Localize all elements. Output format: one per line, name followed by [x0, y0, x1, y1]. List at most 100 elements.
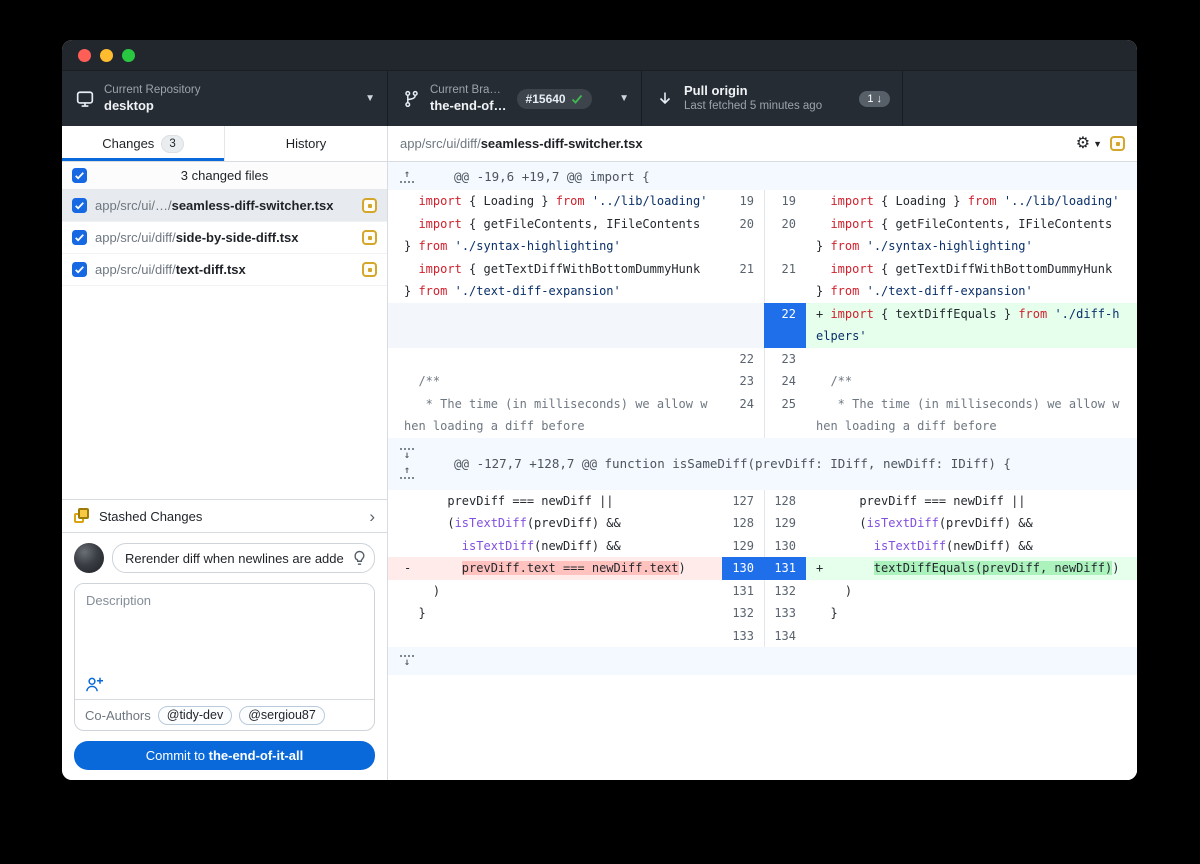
stashed-changes-label: Stashed Changes — [99, 508, 203, 524]
toolbar: Current Repository desktop ▼ Current Bra… — [62, 70, 1137, 126]
diff-code-cell — [806, 624, 1137, 647]
git-branch-icon — [400, 90, 422, 108]
diff-code-cell: import { getTextDiffWithBottomDummyHunk}… — [806, 257, 1137, 303]
commit-description-input[interactable] — [75, 584, 374, 699]
line-number[interactable]: 19 — [764, 190, 806, 213]
line-number[interactable]: 134 — [764, 624, 806, 647]
changes-history-tabs: Changes 3 History — [62, 126, 387, 162]
select-all-checkbox[interactable] — [72, 168, 87, 183]
line-number[interactable]: 127 — [722, 490, 764, 513]
line-number[interactable]: 25 — [764, 392, 806, 438]
diff-code-cell: isTextDiff(newDiff) && — [806, 534, 1137, 557]
file-path: app/src/ui/…/seamless-diff-switcher.tsx — [95, 198, 334, 213]
stashed-changes-row[interactable]: Stashed Changes › — [62, 499, 387, 533]
minimize-window-button[interactable] — [100, 48, 113, 62]
avatar — [74, 543, 104, 573]
repository-switcher[interactable]: Current Repository desktop ▼ — [62, 71, 388, 126]
branch-switcher[interactable]: Current Bra… the-end-of… #15640 ▼ — [388, 71, 642, 126]
line-number[interactable]: 131 — [764, 557, 806, 580]
file-checkbox[interactable] — [72, 262, 87, 277]
commit-button[interactable]: Commit to the-end-of-it-all — [74, 741, 375, 770]
pull-origin-button[interactable]: Pull origin Last fetched 5 minutes ago 1… — [642, 71, 903, 126]
file-checkbox[interactable] — [72, 230, 87, 245]
close-window-button[interactable] — [78, 48, 91, 62]
down-arrow-icon: ↓ — [876, 92, 883, 105]
line-number[interactable]: 21 — [764, 257, 806, 303]
diff-expander: ↓ — [388, 647, 1137, 675]
lightbulb-icon[interactable] — [353, 550, 366, 566]
line-number[interactable]: 24 — [722, 393, 764, 438]
diff-code-cell: (isTextDiff(prevDiff) && — [806, 512, 1137, 535]
expand-up-icon[interactable]: ↑ — [400, 466, 414, 479]
commit-form: Co-Authors @tidy-dev @sergiou87 Commit to… — [62, 533, 387, 780]
expand-down-icon[interactable]: ↓ — [400, 654, 414, 668]
repo-icon — [74, 90, 96, 108]
diff-code-cell: isTextDiff(newDiff) && — [388, 534, 722, 557]
pr-number-badge: #15640 — [516, 88, 592, 109]
line-number[interactable]: 21 — [722, 258, 764, 303]
line-number[interactable]: 132 — [722, 602, 764, 625]
expand-up-icon[interactable]: ↑ — [400, 169, 414, 183]
file-checkbox[interactable] — [72, 198, 87, 213]
diff-row: import { getFileContents, IFileContents}… — [388, 212, 1137, 258]
diff-row: (isTextDiff(prevDiff) && 128 129 (isTextDi… — [388, 512, 1137, 535]
diff-code-cell: /** — [388, 370, 722, 393]
diff-code-cell — [388, 624, 722, 647]
line-number[interactable]: 129 — [722, 535, 764, 558]
diff-code-cell: - prevDiff.text === newDiff.text) — [388, 557, 722, 580]
diff-row: 133 134 — [388, 624, 1137, 648]
repo-name: desktop — [104, 97, 154, 113]
tab-history[interactable]: History — [224, 126, 387, 161]
line-number[interactable] — [722, 302, 764, 348]
line-number[interactable]: 132 — [764, 579, 806, 602]
tab-changes[interactable]: Changes 3 — [62, 126, 224, 161]
line-number[interactable]: 23 — [722, 370, 764, 393]
diff-row: isTextDiff(newDiff) && 129 130 isTextDiff(… — [388, 534, 1137, 558]
commit-summary-input[interactable] — [112, 543, 375, 573]
line-number[interactable]: 129 — [764, 512, 806, 535]
file-path: app/src/ui/diff/text-diff.tsx — [95, 262, 246, 277]
changed-files-count: 3 changed files — [180, 168, 269, 183]
file-row[interactable]: app/src/ui/diff/side-by-side-diff.tsx — [62, 222, 387, 254]
line-number[interactable]: 19 — [722, 190, 764, 213]
modified-status-icon — [362, 198, 377, 213]
commit-description-box: Co-Authors @tidy-dev @sergiou87 — [74, 583, 375, 731]
line-number[interactable]: 128 — [764, 489, 806, 512]
diff-row: /** 23 24 /** — [388, 370, 1137, 393]
line-number[interactable]: 131 — [722, 580, 764, 603]
line-number[interactable]: 133 — [764, 602, 806, 625]
diff-row: prevDiff === newDiff || 127 128 prevDiff =… — [388, 489, 1137, 513]
coauthor-pill[interactable]: @sergiou87 — [239, 705, 325, 725]
titlebar — [62, 40, 1137, 70]
line-number[interactable]: 24 — [764, 370, 806, 393]
line-number[interactable]: 128 — [722, 512, 764, 535]
expand-down-icon[interactable]: ↓ — [400, 448, 414, 461]
file-row[interactable]: app/src/ui/…/seamless-diff-switcher.tsx — [62, 190, 387, 222]
diff-row: 22 23 — [388, 347, 1137, 371]
line-number[interactable]: 133 — [722, 625, 764, 648]
add-coauthor-icon[interactable] — [85, 676, 104, 693]
line-number[interactable]: 130 — [764, 534, 806, 557]
hunk-label: @@ -127,7 +128,7 @@ function isSameDiff(… — [454, 456, 1011, 471]
diff-options-button[interactable]: ⚙ ▼ — [1076, 135, 1102, 152]
app-window: Current Repository desktop ▼ Current Bra… — [62, 40, 1137, 780]
line-number[interactable]: 22 — [764, 302, 806, 348]
branch-label: Current Bra… — [430, 84, 501, 97]
diff-file-path: app/src/ui/diff/seamless-diff-switcher.t… — [400, 136, 643, 151]
zoom-window-button[interactable] — [122, 48, 135, 62]
line-number[interactable]: 22 — [722, 348, 764, 371]
line-number[interactable]: 130 — [722, 557, 764, 580]
line-number[interactable]: 23 — [764, 347, 806, 370]
file-row[interactable]: app/src/ui/diff/text-diff.tsx — [62, 254, 387, 286]
coauthor-pill[interactable]: @tidy-dev — [157, 705, 233, 725]
diff-code-cell: (isTextDiff(prevDiff) && — [388, 512, 722, 535]
line-number[interactable]: 20 — [722, 213, 764, 258]
line-number[interactable]: 20 — [764, 212, 806, 258]
diff-code-cell: /** — [806, 370, 1137, 393]
check-icon — [571, 94, 582, 104]
hunk-label: @@ -19,6 +19,7 @@ import { — [454, 168, 650, 184]
diff-row: * The time (in milliseconds) we allow wh… — [388, 392, 1137, 438]
modified-status-icon — [1110, 136, 1125, 151]
hunk-header: ↓ ↑ @@ -127,7 +128,7 @@ function isSameDif… — [388, 437, 1137, 490]
diff-code-cell: import { Loading } from '../lib/loading' — [806, 190, 1137, 213]
